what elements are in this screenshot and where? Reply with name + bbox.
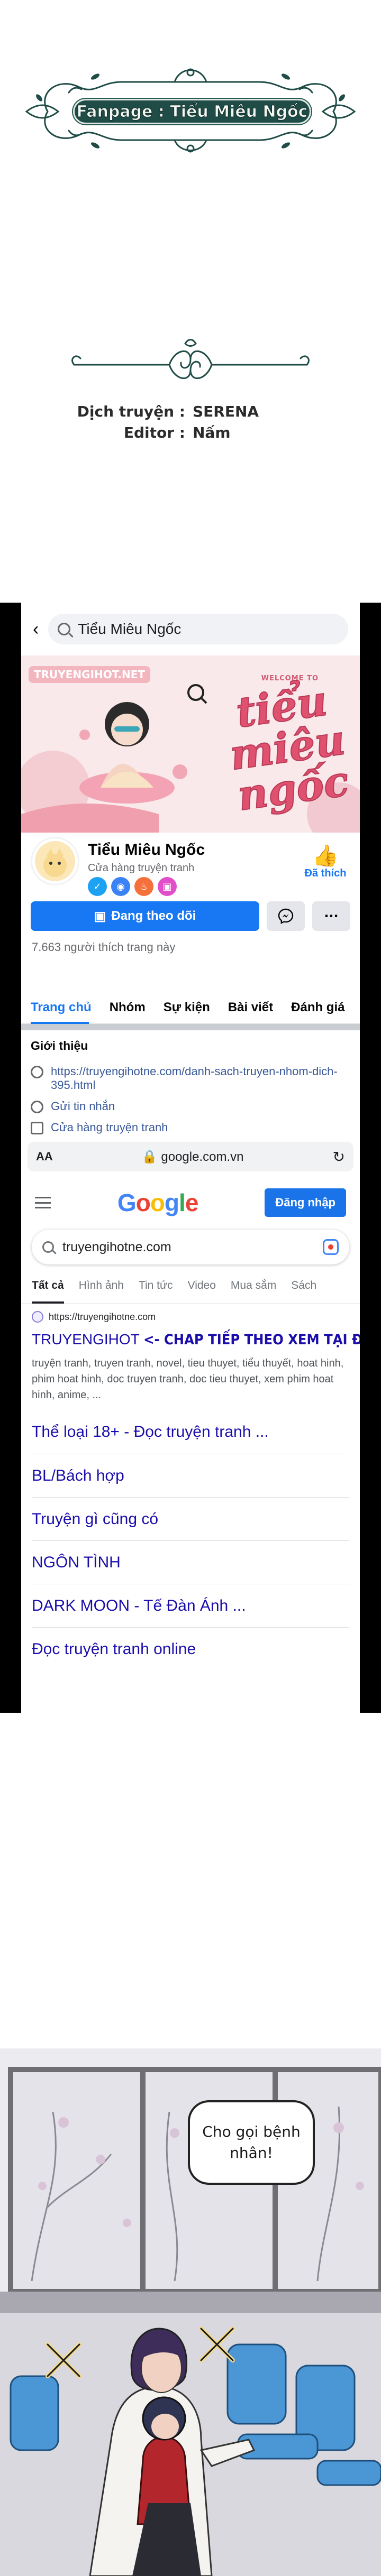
- more-button[interactable]: ···: [312, 901, 350, 931]
- favicon-icon: [32, 1311, 43, 1323]
- tab-books[interactable]: Sách: [291, 1279, 316, 1303]
- section-divider: [21, 1024, 360, 1030]
- following-icon: ▣: [94, 909, 106, 924]
- fanpage-text: Fanpage : Tiểu Miêu Ngốc: [76, 102, 308, 121]
- tab-events[interactable]: Sự kiện: [164, 1000, 210, 1015]
- result-title-text[interactable]: TRUYENGIHOT: [32, 1331, 139, 1347]
- translator-label: Dịch truyện :: [77, 403, 185, 420]
- shop-icon: [31, 1122, 43, 1134]
- page: Fanpage : Tiểu Miêu Ngốc Dịch truyện : S…: [0, 0, 381, 2576]
- search-icon: [58, 623, 71, 635]
- facebook-tabs: Trang chủ Nhóm Sự kiện Bài viết Đánh giá: [21, 991, 360, 1024]
- intro-section: Giới thiệu https://truyengihotne.com/dan…: [21, 1030, 360, 1134]
- lock-icon: 🔒: [141, 1149, 158, 1164]
- send-message-link[interactable]: Gửi tin nhắn: [51, 1100, 115, 1113]
- cover-photo[interactable]: TRUYENGIHOT.NET WELCOME TO tiểu miêu ngố…: [21, 655, 360, 833]
- sitelink[interactable]: Thể loại 18+ - Đọc truyện tranh ...: [32, 1410, 349, 1454]
- google-search-input[interactable]: truyengihotne.com: [32, 1230, 349, 1264]
- page-name: Tiểu Miêu Ngốc: [88, 841, 205, 858]
- google-lens-icon[interactable]: [323, 1239, 339, 1255]
- tab-images[interactable]: Hình ảnh: [79, 1279, 124, 1303]
- sitelink[interactable]: Đọc truyện tranh online: [32, 1627, 349, 1670]
- sitelink[interactable]: DARK MOON - Tế Đàn Ánh ...: [32, 1584, 349, 1627]
- shop-link[interactable]: Cửa hàng truyện tranh: [51, 1121, 168, 1134]
- tab-groups[interactable]: Nhóm: [110, 1000, 146, 1015]
- messenger-button[interactable]: [267, 901, 305, 931]
- address-domain: 🔒 google.com.vn: [141, 1149, 244, 1164]
- facebook-search-bar[interactable]: Tiểu Miêu Ngốc: [48, 614, 348, 644]
- result-url: https://truyengihotne.com: [49, 1311, 156, 1322]
- intro-shop-row[interactable]: Cửa hàng truyện tranh: [31, 1121, 350, 1134]
- thumbs-up-icon: 👍: [312, 844, 339, 867]
- following-label: Đang theo dõi: [111, 909, 196, 923]
- intro-message-row[interactable]: Gửi tin nhắn: [31, 1100, 350, 1113]
- liked-button[interactable]: 👍 Đã thích: [302, 844, 349, 880]
- fanpage-pill: Fanpage : Tiểu Miêu Ngốc: [73, 99, 311, 124]
- liked-label: Đã thích: [304, 867, 347, 879]
- search-query: truyengihotne.com: [62, 1239, 171, 1254]
- result-snippet: truyện tranh, truyen tranh, novel, tieu …: [32, 1358, 344, 1401]
- result-title[interactable]: TRUYENGIHOT <- CHAP TIẾP THEO XEM TẠI ĐÂ…: [32, 1331, 360, 1348]
- editor-label: Editor :: [123, 424, 185, 441]
- fanpage-banner: Fanpage : Tiểu Miêu Ngốc: [16, 61, 365, 156]
- page-profile: Tiểu Miêu Ngốc Cửa hàng truyện tranh ✓ ◉…: [21, 833, 360, 991]
- sitelinks: Thể loại 18+ - Đọc truyện tranh ... BL/B…: [32, 1410, 349, 1670]
- translator-name: SERENA: [193, 403, 259, 420]
- chat-badge-icon: ✓: [88, 877, 107, 896]
- phone-screen: ‹ Tiểu Miêu Ngốc TRUYENGIHOT.NET WELCOME…: [21, 603, 360, 1713]
- messenger-small-icon: [31, 1101, 43, 1113]
- search-icon: [42, 1241, 54, 1253]
- google-logo: Google: [117, 1189, 198, 1216]
- result-cta: <- CHAP TIẾP THEO XEM TẠI ĐÂY NHA: [143, 1332, 360, 1348]
- tab-reviews[interactable]: Đánh giá: [291, 1000, 344, 1015]
- globe-icon: [31, 1066, 43, 1078]
- tab-news[interactable]: Tin tức: [139, 1279, 173, 1303]
- search-result: https://truyengihotne.com TRUYENGIHOT <-…: [21, 1304, 360, 1403]
- google-header: Google Đăng nhập: [21, 1179, 360, 1226]
- cover-title: tiểu miêu ngốc: [221, 676, 353, 820]
- messenger-icon: [278, 908, 294, 924]
- page-actions: ▣ Đang theo dõi ···: [31, 901, 350, 931]
- editor-name: Nấm: [193, 424, 231, 441]
- back-arrow-icon[interactable]: ‹: [33, 619, 39, 640]
- sitelink[interactable]: Truyện gì cũng có: [32, 1497, 349, 1540]
- tab-home[interactable]: Trang chủ: [31, 1000, 92, 1015]
- google-tabs: Tất cả Hình ảnh Tin tức Video Mua sắm Sá…: [21, 1264, 360, 1304]
- speech-bubble: Cho gọi bệnh nhân!: [188, 2100, 315, 2185]
- likes-count: 7.663 người thích trang này: [32, 940, 176, 954]
- avatar[interactable]: [31, 837, 79, 885]
- comic-panel: Cho gọi bệnh nhân!: [0, 2048, 381, 2576]
- intro-link-row[interactable]: https://truyengihotne.com/danh-sach-truy…: [31, 1065, 350, 1092]
- people-badge-icon: ◉: [111, 877, 130, 896]
- phone-screenshot: ‹ Tiểu Miêu Ngốc TRUYENGIHOT.NET WELCOME…: [0, 603, 381, 1713]
- menu-icon[interactable]: [35, 1197, 51, 1208]
- gift-badge-icon: ▣: [158, 877, 177, 896]
- sitelink[interactable]: BL/Bách hợp: [32, 1454, 349, 1497]
- result-url-row[interactable]: https://truyengihotne.com: [32, 1311, 349, 1323]
- fire-badge-icon: ♨: [134, 877, 153, 896]
- browser-address-bar[interactable]: AA 🔒 google.com.vn ↻: [28, 1142, 353, 1171]
- intro-link[interactable]: https://truyengihotne.com/danh-sach-truy…: [51, 1065, 350, 1092]
- tab-all[interactable]: Tất cả: [32, 1279, 64, 1304]
- tab-video[interactable]: Video: [188, 1279, 216, 1303]
- tab-shopping[interactable]: Mua sắm: [231, 1279, 276, 1303]
- search-text: Tiểu Miêu Ngốc: [78, 621, 182, 637]
- reader-settings-button[interactable]: AA: [36, 1150, 53, 1164]
- page-category: Cửa hàng truyện tranh: [88, 862, 195, 874]
- following-button[interactable]: ▣ Đang theo dõi: [31, 901, 259, 931]
- intro-heading: Giới thiệu: [31, 1039, 88, 1052]
- tab-posts[interactable]: Bài viết: [228, 1000, 273, 1015]
- sign-in-button[interactable]: Đăng nhập: [265, 1188, 346, 1217]
- facebook-top-bar: ‹ Tiểu Miêu Ngốc: [21, 603, 360, 655]
- cover-site-logo: TRUYENGIHOT.NET: [29, 666, 151, 683]
- page-badges: ✓ ◉ ♨ ▣: [88, 877, 177, 896]
- flourish-divider-icon: [71, 339, 310, 379]
- reload-icon[interactable]: ↻: [333, 1148, 345, 1166]
- sitelink[interactable]: NGÔN TÌNH: [32, 1540, 349, 1584]
